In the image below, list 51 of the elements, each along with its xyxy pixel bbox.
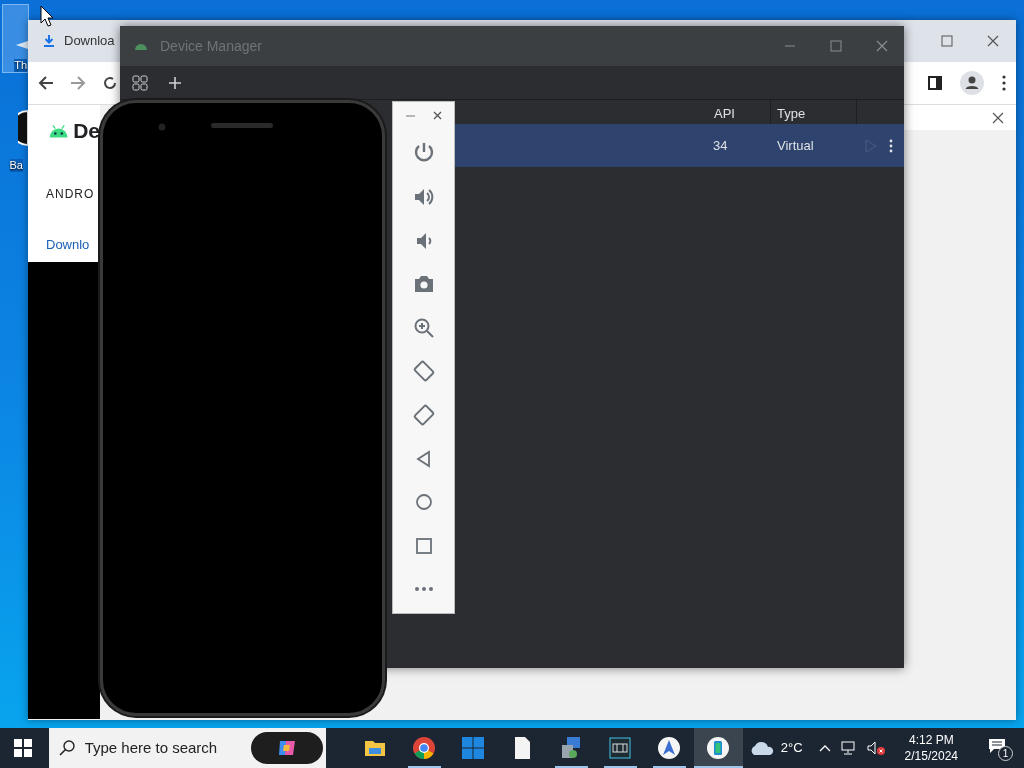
back-icon[interactable] [38,75,54,91]
network-icon[interactable] [840,741,857,755]
speaker-grille [211,123,273,128]
assistant-button[interactable] [250,732,323,764]
desktop-icon-label: Ba [9,159,23,172]
reload-icon[interactable] [102,75,118,91]
maximize-icon[interactable] [830,40,842,52]
android-icon [134,41,148,51]
profile-icon[interactable] [960,71,984,95]
device-row[interactable]: 34 Virtual [455,124,904,167]
grid-icon[interactable] [132,74,148,91]
more-icon [414,587,433,592]
desktop-icon[interactable]: Th [3,5,28,72]
more-icon[interactable] [889,138,893,153]
film-icon [608,736,633,760]
close-icon[interactable] [876,40,888,52]
table-cell-text: Virtual [777,136,815,155]
windows-icon [14,739,33,757]
nav-heading: ANDRO [46,185,95,203]
taskbar-app-button[interactable] [693,728,743,768]
close-icon[interactable] [992,111,1004,124]
table-cell-text: 34 [713,136,729,155]
desktop-icon-label: Th [14,59,27,72]
camera-dot-icon [158,123,166,131]
phone-app-icon [706,736,731,760]
close-icon[interactable] [987,35,999,47]
notification-button[interactable]: 1 [982,728,1018,768]
clock[interactable]: 4:12 PM 2/15/2024 [898,730,964,766]
maximize-icon[interactable] [941,35,953,47]
rotate-left-icon [411,359,436,384]
forward-icon[interactable] [70,75,86,91]
download-icon [42,34,56,48]
sidebar-icon[interactable] [928,76,942,90]
rotate-right-icon [411,402,436,427]
weather-button[interactable]: 2°C [742,737,809,759]
add-icon[interactable] [168,75,182,90]
browser-icon [412,736,437,760]
speaker-muted-icon[interactable] [866,741,885,755]
column-header: API [713,105,736,123]
site-title: De [73,118,100,144]
search-icon [58,740,75,756]
window-title: Device Manager [160,36,262,56]
notification-count: 1 [998,746,1013,761]
chevron-up-icon[interactable] [818,744,831,752]
menu-icon[interactable] [1002,75,1006,91]
cursor-icon [40,5,54,27]
compass-icon [657,736,682,760]
search-field[interactable]: Type here to search [48,728,326,768]
browser-tab[interactable]: Downloa [42,31,115,51]
close-icon[interactable] [432,111,442,121]
grid-icon [461,736,486,760]
